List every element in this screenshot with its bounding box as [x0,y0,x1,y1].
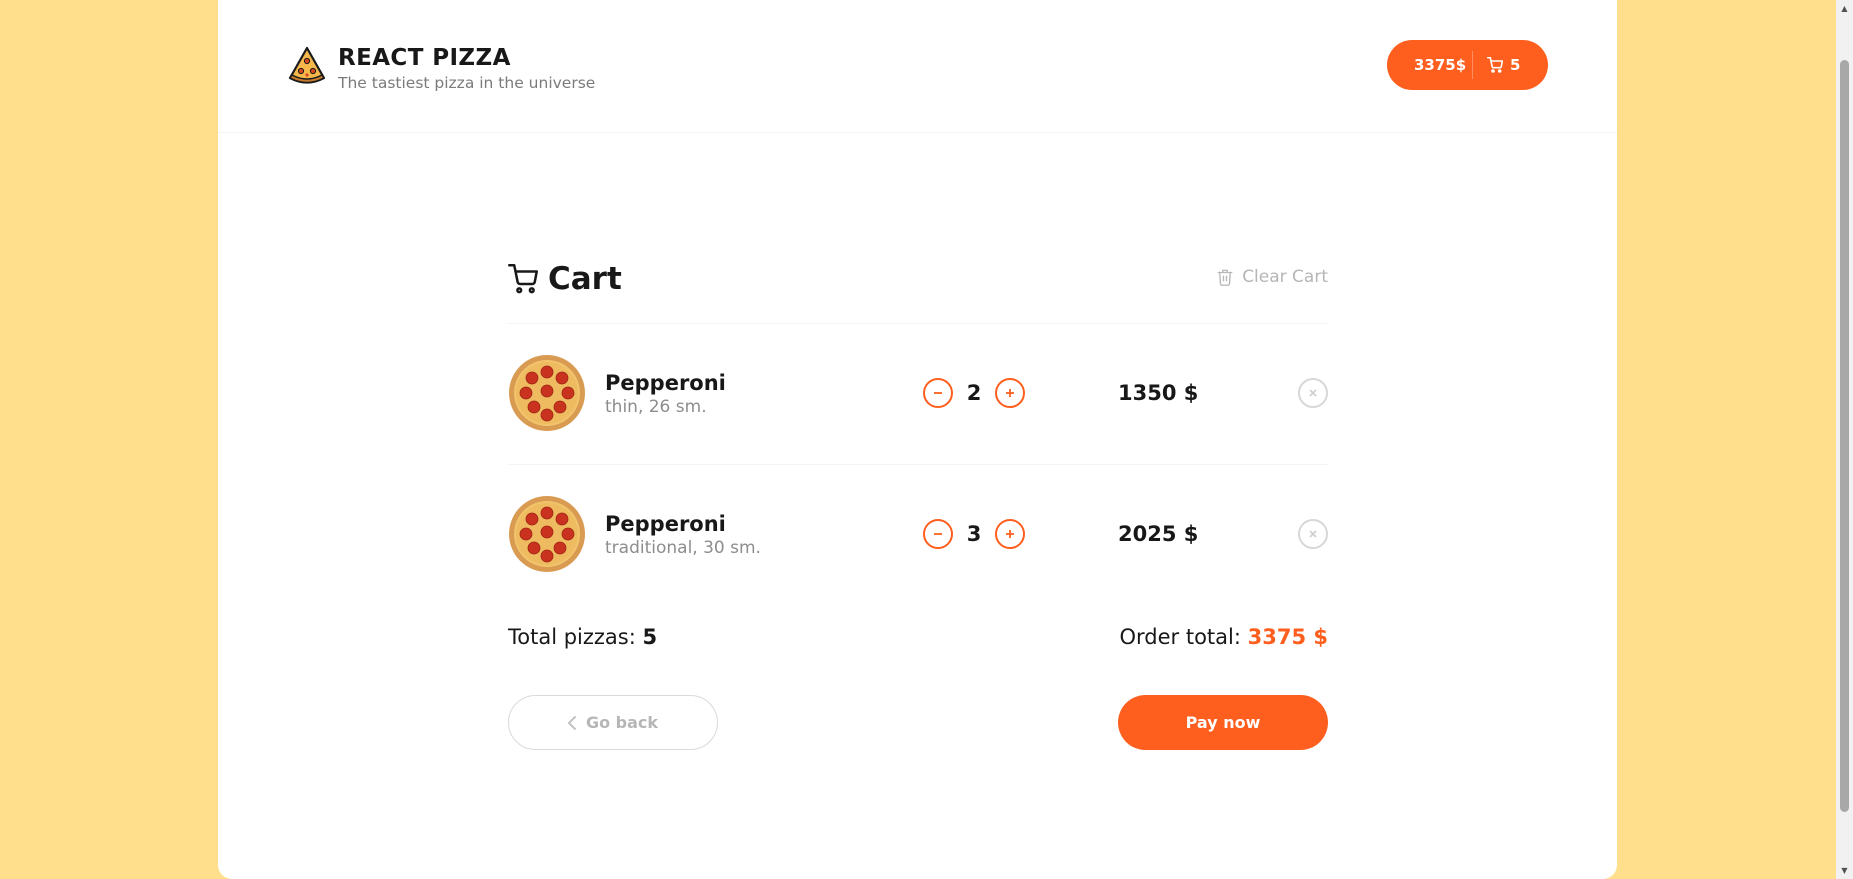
cart-item-count: 3 [966,522,982,546]
scrollbar-thumb[interactable] [1840,60,1849,812]
close-icon [1309,389,1317,397]
cart-item-count: 2 [966,381,982,405]
cart-item-name: Pepperoni [605,512,726,536]
cart-buttons: Go back Pay now [508,695,1328,755]
pizza-image [509,496,585,572]
cart-item-name: Pepperoni [605,371,726,395]
cart-item-price: 2025 $ [1118,522,1199,546]
total-pizzas-label: Total pizzas: [508,625,636,649]
clear-cart-button[interactable]: Clear Cart [1216,267,1328,287]
remove-item-button[interactable] [1298,378,1328,408]
cart-title-text: Cart [548,261,622,297]
header-cart-price: 3375$ [1414,56,1467,74]
chevron-left-icon [567,715,576,730]
go-back-label: Go back [585,713,659,732]
cart-top: Cart Clear Cart [508,255,1328,324]
header-cart-button[interactable]: 3375$ 5 [1387,40,1548,90]
shopping-cart-icon [1487,57,1503,73]
site-title: REACT PIZZA [338,45,511,71]
pay-now-button[interactable]: Pay now [1118,695,1328,750]
total-pizzas-value: 5 [642,625,658,649]
order-total: Order total: 3375 $ [1119,625,1328,649]
cart-details: Total pizzas: 5 Order total: 3375 $ [508,625,1328,695]
pay-now-label: Pay now [1185,713,1261,732]
divider [1472,51,1473,79]
order-total-value: 3375 $ [1247,625,1328,649]
cart-item-desc: traditional, 30 sm. [605,538,761,558]
increase-button[interactable] [995,519,1025,549]
decrease-button[interactable] [923,519,953,549]
cart-item-price: 1350 $ [1118,381,1199,405]
increase-button[interactable] [995,378,1025,408]
go-back-button[interactable]: Go back [508,695,718,750]
quantity-stepper: 2 [923,378,1025,408]
minus-icon [934,533,942,535]
cart-title: Cart [508,261,622,297]
pizza-slice-icon [288,46,326,84]
page-wrapper: REACT PIZZA The tastiest pizza in the un… [218,0,1617,879]
order-total-label: Order total: [1119,625,1241,649]
cart-item-info: Pepperoni traditional, 30 sm. [605,511,761,559]
trash-icon [1217,269,1233,286]
close-icon [1309,530,1317,538]
cart-item: Pepperoni traditional, 30 sm. 3 2025 $ [508,465,1328,605]
remove-item-button[interactable] [1298,519,1328,549]
cart-item-desc: thin, 26 sm. [605,397,707,417]
plus-icon [1006,389,1014,397]
scrollbar[interactable]: ▲ ▼ [1836,0,1853,879]
minus-icon [934,392,942,394]
cart-items: Pepperoni thin, 26 sm. 2 1350 $ Pepperon… [508,324,1328,605]
header: REACT PIZZA The tastiest pizza in the un… [218,0,1617,133]
total-pizzas: Total pizzas: 5 [508,625,657,649]
cart-item-info: Pepperoni thin, 26 sm. [605,370,726,418]
scroll-down-arrow-icon[interactable]: ▼ [1836,862,1853,879]
cart-item: Pepperoni thin, 26 sm. 2 1350 $ [508,324,1328,465]
cart-section: Cart Clear Cart Pepperoni thin, 26 sm. 2… [508,255,1328,755]
shopping-cart-icon [508,264,538,294]
clear-cart-label: Clear Cart [1242,267,1328,287]
pizza-image [509,355,585,431]
plus-icon [1006,530,1014,538]
header-cart-count: 5 [1510,56,1521,74]
quantity-stepper: 3 [923,519,1025,549]
decrease-button[interactable] [923,378,953,408]
logo[interactable]: REACT PIZZA The tastiest pizza in the un… [286,44,595,93]
scroll-up-arrow-icon[interactable]: ▲ [1836,0,1853,17]
site-subtitle: The tastiest pizza in the universe [338,74,596,92]
